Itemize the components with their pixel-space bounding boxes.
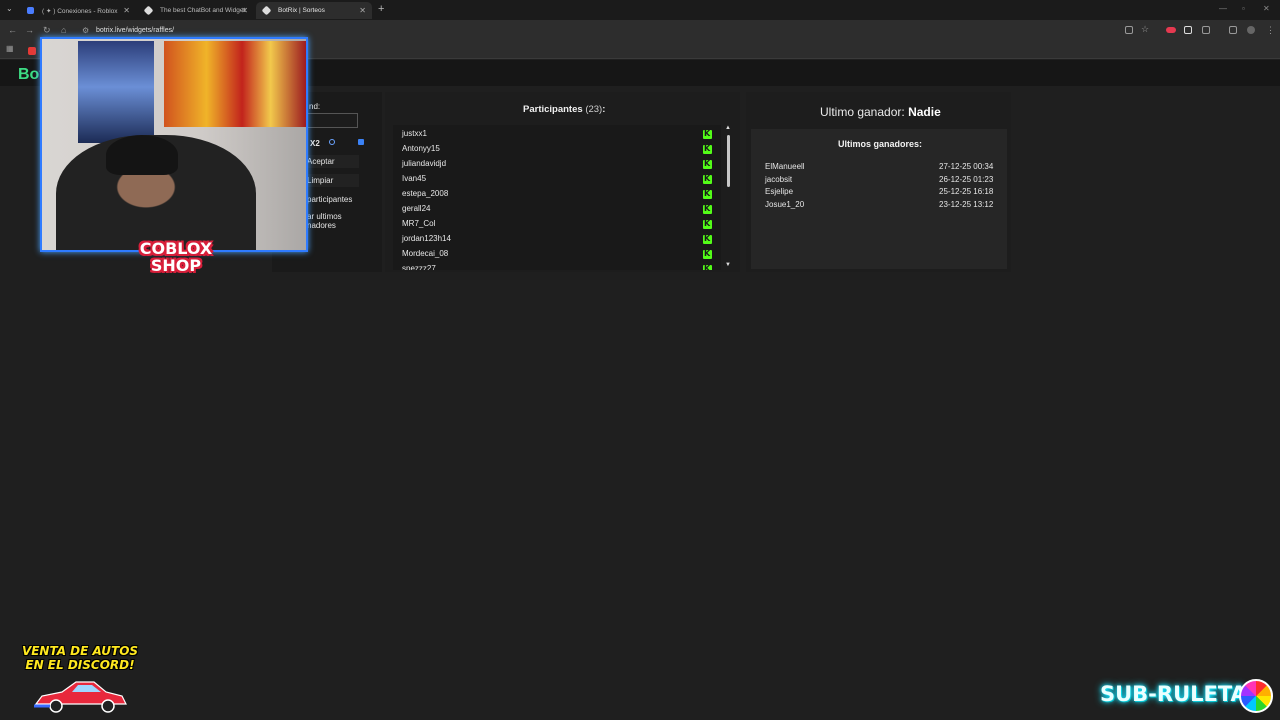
profile-avatar[interactable]	[1247, 26, 1255, 34]
apps-grid-icon[interactable]: ▦	[6, 44, 14, 53]
participant-row: estepa_2008	[402, 189, 449, 198]
extensions-puzzle-icon[interactable]	[1202, 26, 1210, 34]
poster-image	[164, 41, 306, 127]
participants-list[interactable]: justxx1 Antonyy15 juliandavidjd Ivan45 estep…	[393, 125, 721, 270]
scroll-down-icon[interactable]: ▼	[725, 262, 731, 268]
poster-image	[78, 41, 154, 143]
coblox-shop-logo: COBLOX SHOP	[132, 240, 220, 274]
browser-tab-bar: ⌄ ( ✦ ) Conexiones - Roblox ✕ The best C…	[0, 0, 1280, 20]
last-winners-toggle-label[interactable]: ar ultimos	[307, 212, 342, 221]
botrix-icon	[143, 5, 154, 16]
sub-ruleta-logo: SUB-RULETA	[1100, 682, 1247, 706]
last-winners-toggle-label: nadores	[307, 221, 336, 230]
site-info-icon[interactable]: ⚙	[82, 26, 89, 35]
kick-icon	[703, 159, 712, 169]
participant-row: juliandavidjd	[402, 159, 447, 168]
participants-title-text: Participantes	[523, 104, 583, 115]
roblox-icon	[27, 7, 34, 14]
back-icon[interactable]: ←	[8, 25, 17, 35]
last-winner-label: Ultimo ganador:	[820, 105, 905, 119]
x2-checkbox[interactable]	[358, 139, 364, 145]
maximize-icon[interactable]: ▫	[1242, 4, 1245, 13]
keyword-input[interactable]	[306, 113, 358, 128]
participants-count: (23)	[585, 104, 603, 115]
extension-icon[interactable]	[1184, 26, 1192, 34]
home-icon[interactable]: ⌂	[61, 25, 66, 35]
logo-line: COBLOX	[139, 239, 213, 258]
media-icon[interactable]	[1229, 26, 1237, 34]
winner-date: 27-12-25 00:34	[939, 162, 994, 171]
winner-date: 26-12-25 01:23	[939, 174, 994, 184]
webcam-overlay	[40, 37, 308, 252]
car-icon	[34, 681, 127, 713]
address-bar[interactable]: botrix.live/widgets/raffles/	[96, 27, 174, 34]
close-icon[interactable]: ✕	[123, 6, 130, 15]
tab-label: BotRix | Sorteos	[278, 7, 325, 14]
x2-label: X2	[310, 139, 320, 148]
kick-icon	[703, 264, 712, 270]
winners-history-title: Ultimos ganadores:	[838, 139, 923, 149]
field-label: nd:	[309, 102, 321, 111]
clear-button-label: Limpiar	[307, 176, 334, 185]
kick-icon	[703, 219, 712, 229]
winner-name: Josue1_20	[765, 199, 805, 209]
close-window-icon[interactable]: ✕	[1263, 4, 1270, 13]
scroll-up-icon[interactable]: ▲	[725, 125, 731, 131]
new-tab-button[interactable]: +	[378, 3, 384, 15]
participants-button-label[interactable]: participantes	[307, 195, 352, 204]
kick-icon	[703, 249, 712, 259]
info-icon[interactable]	[329, 139, 335, 145]
participant-row: justxx1	[402, 129, 427, 138]
participant-row: Mordecai_08	[402, 249, 449, 258]
streamer-hair	[106, 135, 178, 175]
winner-date: 23-12-25 13:12	[939, 199, 994, 209]
tab-roblox[interactable]: ( ✦ ) Conexiones - Roblox ✕	[20, 2, 136, 19]
participants-title-colon: :	[602, 104, 606, 115]
winner-name: ElManueell	[765, 162, 805, 171]
participant-row: MR7_Col	[402, 219, 436, 228]
reload-icon[interactable]: ↻	[43, 25, 51, 36]
winner-name: Esjelipe	[765, 187, 794, 196]
tab-sorteos[interactable]: BotRix | Sorteos ✕	[256, 2, 372, 19]
participant-row: Ivan45	[402, 174, 427, 183]
participants-scrollbar[interactable]: ▲ ▼	[723, 125, 733, 270]
banner-line: EN EL DISCORD!	[25, 658, 135, 672]
forward-icon[interactable]: →	[25, 25, 34, 35]
winner-date: 25-12-25 16:18	[939, 187, 994, 196]
accept-button-label: Aceptar	[307, 157, 335, 166]
participant-row: Antonyy15	[402, 144, 440, 153]
participant-row: jordan123h14	[402, 234, 451, 243]
kick-icon	[703, 204, 712, 214]
youtube-icon[interactable]	[28, 47, 36, 55]
logo-line: SHOP	[150, 256, 202, 275]
bookmark-star-icon[interactable]: ☆	[1141, 24, 1149, 35]
kick-icon	[703, 174, 712, 184]
minimize-icon[interactable]: —	[1219, 4, 1227, 13]
tab-search-icon[interactable]: ⌄	[6, 4, 13, 13]
participants-title: Participantes (23):	[523, 104, 605, 115]
translate-icon[interactable]	[1125, 26, 1133, 34]
tab-label: ( ✦ ) Conexiones - Roblox	[42, 8, 118, 15]
participant-row: gerall24	[402, 204, 431, 213]
venta-autos-banner: VENTA DE AUTOS EN EL DISCORD!	[18, 644, 142, 672]
kick-icon	[703, 129, 712, 139]
participant-row: spezzz27	[402, 264, 436, 270]
tab-label: The best ChatBot and Widget:	[160, 7, 248, 14]
botrix-icon	[261, 5, 272, 16]
last-winner-value: Nadie	[908, 105, 941, 119]
roulette-wheel-icon	[1239, 679, 1273, 713]
kick-icon	[703, 189, 712, 199]
tab-chatbot[interactable]: The best ChatBot and Widget: ✕	[138, 2, 254, 19]
last-winner-heading: Ultimo ganador: Nadie	[820, 105, 941, 119]
kick-icon	[703, 234, 712, 244]
close-icon[interactable]: ✕	[241, 6, 248, 15]
winner-name: jacobsit	[765, 174, 793, 184]
extension-icon[interactable]	[1166, 27, 1176, 33]
close-icon[interactable]: ✕	[359, 6, 366, 15]
scroll-thumb[interactable]	[727, 135, 730, 187]
menu-dots-icon[interactable]: ⋮	[1266, 25, 1275, 36]
banner-line: VENTA DE AUTOS	[21, 644, 139, 658]
kick-icon	[703, 144, 712, 154]
